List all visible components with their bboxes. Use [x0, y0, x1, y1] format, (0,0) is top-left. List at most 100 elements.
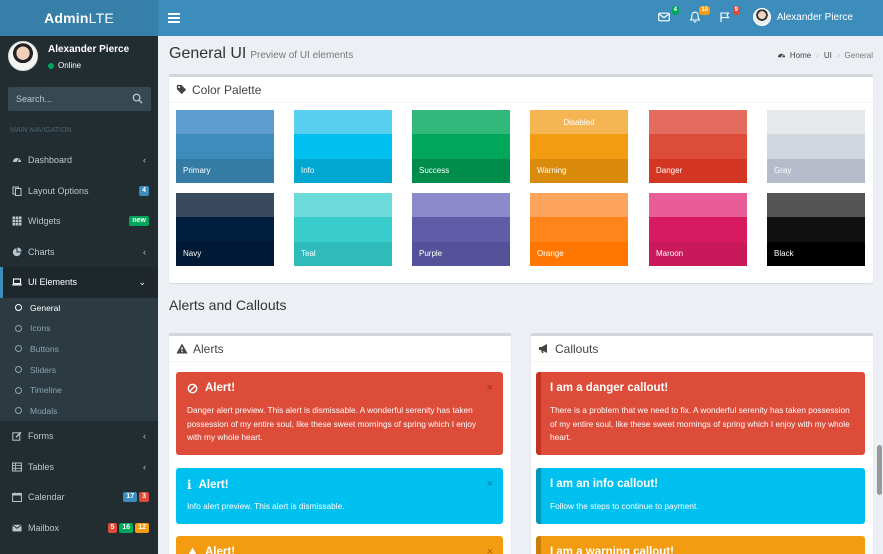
search-icon[interactable] [132, 93, 143, 104]
sidebar-toggle-icon[interactable] [168, 10, 180, 26]
files-icon [12, 186, 22, 196]
messages-button[interactable]: 4 [658, 6, 679, 25]
swatch-navy: Navy [176, 193, 274, 266]
swatch-label: Gray [774, 166, 792, 175]
callout-title: I am a danger callout! [550, 382, 669, 394]
sidebar-item-dashboard[interactable]: Dashboard ‹ [0, 145, 158, 176]
sidebar-item-forms[interactable]: Forms ‹ [0, 421, 158, 452]
close-icon[interactable]: × [487, 382, 493, 394]
search-input[interactable] [8, 87, 126, 111]
sidebar-item-mailbox[interactable]: Mailbox 5 16 12 [0, 513, 158, 544]
alert-danger: Alert! × Danger alert preview. This aler… [176, 372, 503, 455]
sidebar-item-tables[interactable]: Tables ‹ [0, 452, 158, 483]
swatch-label: Teal [301, 249, 316, 258]
mailbox-badge: 12 [135, 522, 149, 533]
swatch-success: Success [412, 110, 510, 183]
box-header: Color Palette [169, 77, 873, 103]
tasks-button[interactable]: 9 [719, 6, 740, 25]
ui-elements-submenu: General Icons Buttons Sliders Timeline M… [0, 297, 158, 422]
sidebar-item-ui-elements[interactable]: UI Elements ⌄ [0, 267, 158, 298]
breadcrumb-home[interactable]: Home [790, 51, 811, 60]
callout-text: There is a problem that we need to fix. … [550, 405, 850, 443]
alert-warning: Alert! × [176, 536, 503, 554]
circle-icon [15, 366, 22, 374]
sidebar-item-calendar[interactable]: Calendar 17 3 [0, 482, 158, 513]
sidebar-item-charts[interactable]: Charts ‹ [0, 237, 158, 268]
widgets-badge: new [129, 216, 149, 227]
chevron-left-icon: ‹ [143, 431, 146, 442]
circle-icon [15, 407, 22, 415]
swatch-label: Danger [656, 166, 683, 175]
breadcrumb-current: General [844, 51, 873, 60]
dashboard-icon [12, 155, 22, 165]
laptop-icon [12, 277, 22, 287]
alert-title: Alert! [187, 382, 235, 394]
online-dot-icon [48, 62, 54, 69]
messages-badge: 4 [671, 6, 679, 15]
alert-title: Alert! [187, 546, 235, 554]
submenu-item-general[interactable]: General [0, 298, 158, 319]
box-header: Alerts [169, 336, 511, 362]
swatch-warning: Warning Disabled [530, 110, 628, 183]
sidebar-item-layout-options[interactable]: Layout Options 4 [0, 176, 158, 207]
warning-icon [176, 343, 188, 354]
notifications-badge: 10 [699, 6, 710, 15]
chevron-left-icon: ‹ [143, 461, 146, 472]
swatch-purple: Purple [412, 193, 510, 266]
app-logo[interactable]: Admin LTE [0, 0, 158, 36]
swatch-maroon: Maroon [649, 193, 747, 266]
alert-info: i Alert! × Info alert preview. This aler… [176, 468, 503, 524]
close-icon[interactable]: × [487, 546, 493, 554]
swatch-gray: Gray [767, 110, 865, 183]
chevron-left-icon: ‹ [143, 246, 146, 257]
box-header: Callouts [531, 336, 873, 362]
swatch-label: Success [419, 166, 450, 175]
section-title: Alerts and Callouts [169, 297, 287, 313]
envelope-icon [658, 12, 670, 22]
submenu-item-timeline[interactable]: Timeline [0, 380, 158, 401]
sidebar-search [8, 87, 151, 111]
close-icon[interactable]: × [487, 478, 493, 490]
swatch-label: Orange [537, 249, 564, 258]
chevron-down-icon: ⌄ [138, 276, 146, 287]
swatch-disabled-label: Disabled [563, 118, 595, 127]
notifications-button[interactable]: 10 [689, 6, 710, 25]
sidebar: Alexander Pierce Online MAIN NAVIGATION … [0, 36, 158, 554]
breadcrumb-ui[interactable]: UI [824, 51, 832, 60]
submenu-item-buttons[interactable]: Buttons [0, 339, 158, 360]
callout-warning: I am a warning callout! [536, 536, 865, 554]
calendar-badge: 17 [123, 492, 138, 503]
callouts-box: Callouts I am a danger callout! There is… [531, 333, 873, 554]
calendar-icon [12, 492, 22, 503]
sidebar-item-widgets[interactable]: Widgets new [0, 206, 158, 237]
swatch-label: Purple [419, 249, 443, 258]
submenu-item-modals[interactable]: Modals [0, 400, 158, 421]
callout-title: I am an info callout! [550, 478, 658, 490]
sidebar-menu: Dashboard ‹ Layout Options 4 Widgets new… [0, 145, 158, 543]
user-menu[interactable]: Alexander Pierce [752, 8, 853, 26]
alert-title: i Alert! [187, 478, 229, 492]
top-navbar: 4 10 9 Alexander Pierce [158, 0, 883, 36]
swatch-orange: Orange [530, 193, 628, 266]
submenu-item-icons[interactable]: Icons [0, 318, 158, 339]
scrollbar-thumb[interactable] [877, 445, 882, 495]
mailbox-badge: 5 [107, 522, 118, 533]
submenu-item-sliders[interactable]: Sliders [0, 359, 158, 380]
flag-icon [720, 12, 730, 22]
swatch-label: Black [774, 249, 794, 258]
bullhorn-icon [539, 344, 547, 353]
mailbox-badge: 16 [119, 522, 134, 533]
callout-title: I am a warning callout! [550, 546, 674, 554]
tasks-badge: 9 [732, 6, 740, 15]
swatch-label: Maroon [656, 249, 684, 258]
ban-icon [187, 383, 198, 393]
nav-header: MAIN NAVIGATION [10, 127, 72, 134]
header-user-name: Alexander Pierce [776, 11, 853, 23]
swatch-label: Warning [537, 166, 567, 175]
circle-icon [15, 304, 22, 312]
info-icon: i [187, 478, 192, 492]
alerts-box: Alerts Alert! × Danger alert preview. Th… [169, 333, 511, 554]
color-palette-box: Color Palette Primary Info Success Warning D… [169, 74, 873, 283]
circle-icon [15, 345, 22, 353]
swatch-black: Black [767, 193, 865, 266]
